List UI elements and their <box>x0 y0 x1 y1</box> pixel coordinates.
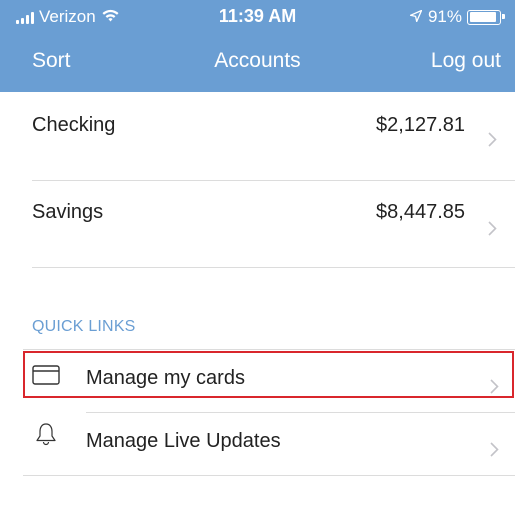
bell-icon <box>34 422 58 451</box>
chevron-right-icon <box>488 215 497 243</box>
credit-card-icon <box>32 365 60 390</box>
account-name: Checking <box>32 114 116 136</box>
link-label: Manage Live Updates <box>86 430 281 452</box>
header: Verizon 11:39 AM 91% Sort Accounts Log o… <box>0 0 515 92</box>
quick-links-header: QUICK LINKS <box>32 318 136 335</box>
divider <box>23 349 515 350</box>
battery-icon <box>467 9 505 25</box>
status-right: 91% <box>409 7 505 27</box>
divider <box>23 475 515 476</box>
location-arrow-icon <box>409 7 423 27</box>
link-label: Manage my cards <box>86 367 245 389</box>
nav-bar: Sort Accounts Log out <box>0 34 515 92</box>
account-balance: $8,447.85 <box>376 201 465 223</box>
account-row-checking[interactable]: Checking $2,127.81 <box>0 92 515 180</box>
chevron-right-icon <box>490 373 499 401</box>
battery-fill <box>469 12 496 22</box>
status-bar: Verizon 11:39 AM 91% <box>0 0 515 34</box>
chevron-right-icon <box>490 436 499 464</box>
chevron-right-icon <box>488 126 497 154</box>
account-row-savings[interactable]: Savings $8,447.85 <box>0 180 515 268</box>
account-name: Savings <box>32 201 104 223</box>
logout-button[interactable]: Log out <box>431 49 501 73</box>
manage-cards-link[interactable]: Manage my cards <box>0 352 515 412</box>
manage-live-updates-link[interactable]: Manage Live Updates <box>0 412 515 472</box>
battery-percent: 91% <box>427 7 462 26</box>
divider <box>32 267 515 268</box>
account-balance: $2,127.81 <box>376 114 465 136</box>
